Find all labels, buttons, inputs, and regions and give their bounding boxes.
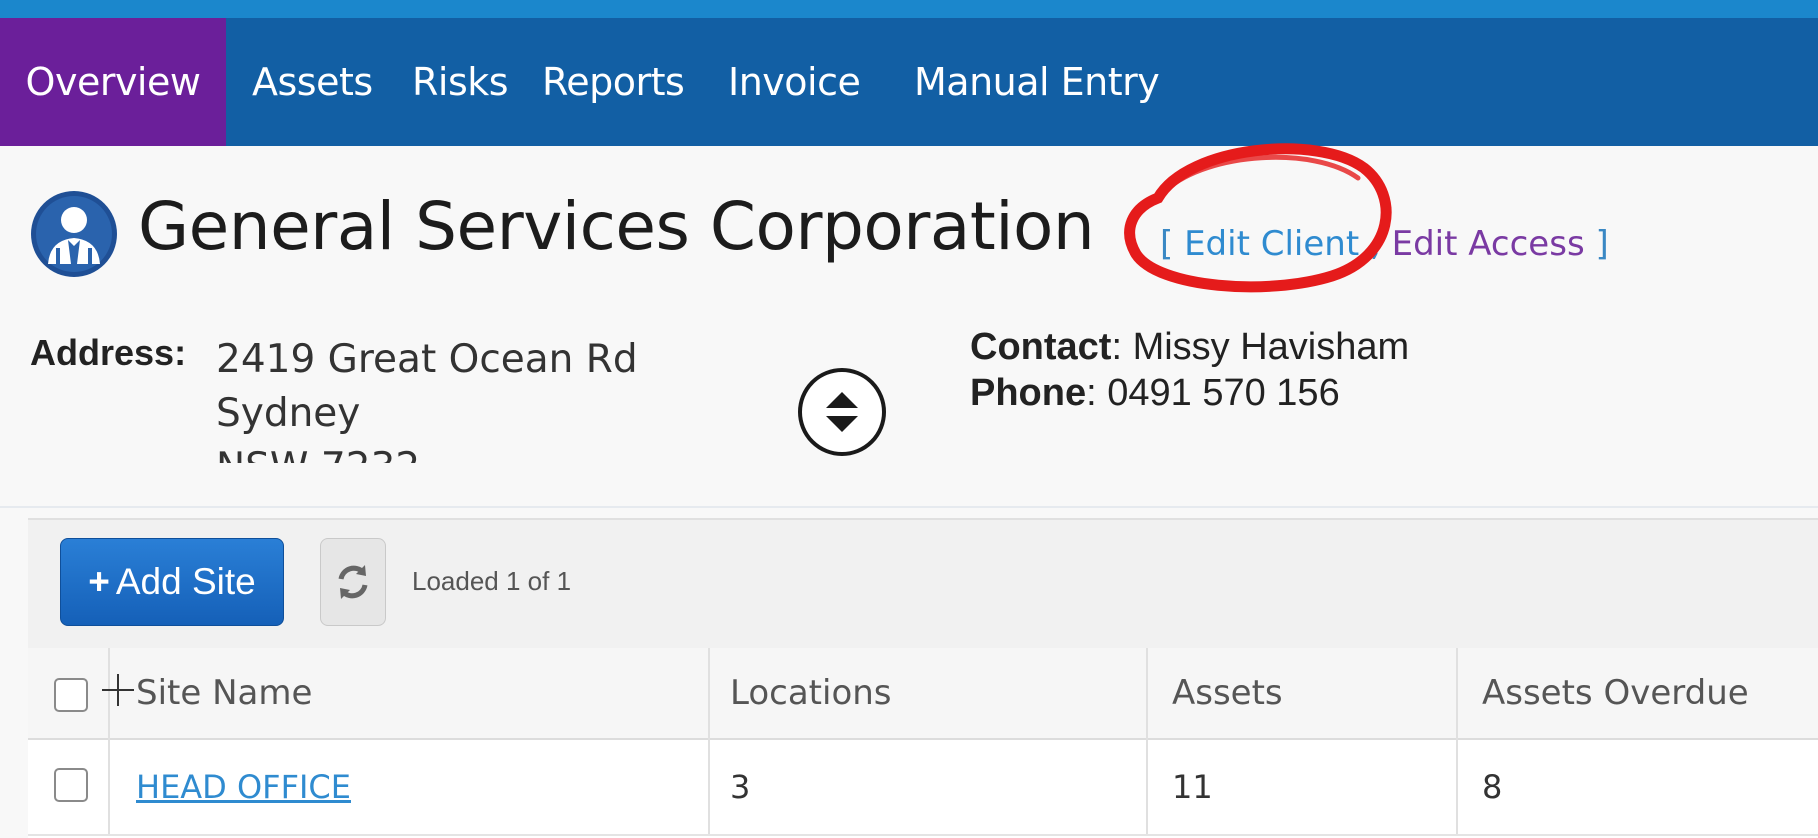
column-divider xyxy=(1456,648,1458,834)
app-window: Overview Assets Risks Reports Invoice Ma… xyxy=(0,0,1818,838)
sites-toolbar xyxy=(28,518,1818,650)
address-line-2: Sydney xyxy=(216,391,361,436)
cell-locations: 3 xyxy=(730,768,751,806)
plus-icon: + xyxy=(88,561,110,602)
client-person-icon xyxy=(31,191,117,277)
cell-assets: 11 xyxy=(1172,768,1213,806)
nav-invoice[interactable]: Invoice xyxy=(728,18,861,146)
column-divider xyxy=(708,648,710,834)
client-name-title: General Services Corporation xyxy=(138,188,1095,265)
load-status-text: Loaded 1 of 1 xyxy=(412,566,572,596)
site-name-link[interactable]: HEAD OFFICE xyxy=(136,740,351,834)
top-accent-strip xyxy=(0,0,1818,18)
address-label: Address: xyxy=(30,332,186,374)
contact-block: Contact: Missy Havisham Phone: 0491 570 … xyxy=(970,324,1409,416)
column-divider xyxy=(1146,648,1148,834)
nav-reports[interactable]: Reports xyxy=(542,18,685,146)
address-line-1: 2419 Great Ocean Rd xyxy=(216,337,638,382)
nav-risks[interactable]: Risks xyxy=(412,18,509,146)
add-site-button[interactable]: + Add Site xyxy=(60,538,284,626)
refresh-button[interactable] xyxy=(320,538,386,626)
select-all-checkbox[interactable] xyxy=(54,678,88,712)
add-site-label: Add Site xyxy=(115,561,256,602)
cell-assets-overdue: 8 xyxy=(1482,768,1503,806)
header-site-name[interactable]: Site Name xyxy=(136,648,312,738)
header-assets[interactable]: Assets xyxy=(1172,648,1283,738)
contact-row: Contact: Missy Havisham xyxy=(970,326,1410,368)
nav-overview[interactable]: Overview xyxy=(0,18,226,146)
red-annotation-circle xyxy=(1124,143,1392,293)
crosshair-cursor-icon xyxy=(102,674,134,706)
contact-label: Contact xyxy=(970,326,1112,368)
phone-row: Phone: 0491 570 156 xyxy=(970,372,1340,414)
address-value: 2419 Great Ocean Rd Sydney NSW 7232 xyxy=(216,333,696,463)
phone-value: 0491 570 156 xyxy=(1107,372,1340,414)
edit-access-link[interactable]: Edit Access xyxy=(1392,224,1585,264)
sites-table: Site Name Locations Assets Assets Overdu… xyxy=(28,648,1818,838)
address-label-text: Address xyxy=(30,332,175,373)
main-nav: Overview Assets Risks Reports Invoice Ma… xyxy=(0,18,1818,146)
row-checkbox[interactable] xyxy=(54,768,88,802)
contact-value: Missy Havisham xyxy=(1132,326,1410,368)
address-line-3: NSW 7232 xyxy=(216,441,696,463)
edit-links-close-bracket: ] xyxy=(1595,224,1609,264)
phone-label: Phone xyxy=(970,372,1087,414)
nav-assets[interactable]: Assets xyxy=(252,18,373,146)
address-label-colon: : xyxy=(174,332,187,373)
header-assets-overdue[interactable]: Assets Overdue xyxy=(1482,648,1749,738)
expand-collapse-icon[interactable] xyxy=(796,366,888,458)
refresh-icon xyxy=(338,565,368,599)
header-locations[interactable]: Locations xyxy=(730,648,892,738)
nav-manual-entry[interactable]: Manual Entry xyxy=(914,18,1160,146)
